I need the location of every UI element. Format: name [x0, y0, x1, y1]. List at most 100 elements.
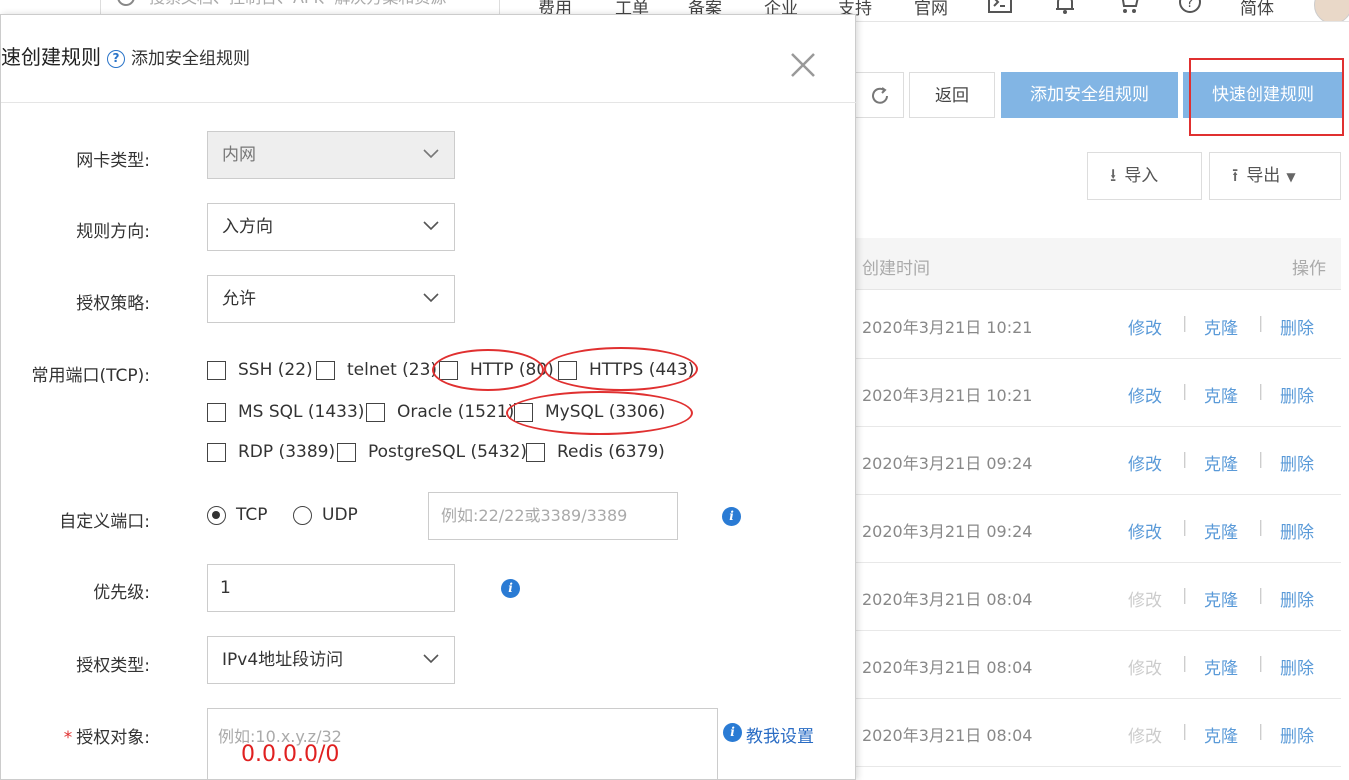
- refresh-button[interactable]: [856, 72, 904, 118]
- policy-value: 允许: [222, 289, 256, 309]
- info-icon: i: [723, 723, 742, 742]
- add-security-group-rule-button[interactable]: 添加安全组规则: [1001, 72, 1178, 118]
- close-icon[interactable]: [787, 49, 819, 81]
- dialog-subtitle-link[interactable]: 添加安全组规则: [131, 49, 250, 69]
- created-time-cell: 2020年3月21日 10:21: [862, 386, 1033, 405]
- ports-label: 常用端口(TCP):: [31, 366, 150, 386]
- column-header-created: 创建时间: [862, 259, 930, 279]
- delete-link[interactable]: 删除: [1280, 518, 1314, 543]
- port-checkbox-rdp[interactable]: RDP (3389): [207, 440, 335, 464]
- table-row: 2020年3月21日 10:21 修改 | 克隆 | 删除: [856, 291, 1341, 359]
- policy-label: 授权策略:: [76, 294, 150, 314]
- table-header: 创建时间 操作: [856, 238, 1341, 290]
- question-circle-icon[interactable]: ?: [107, 49, 125, 68]
- radio-unselected[interactable]: [293, 505, 312, 525]
- auth-object-textarea[interactable]: 例如:10.x.y.z/32 0.0.0.0/0: [207, 708, 718, 780]
- nav-item-official-site[interactable]: 官网: [914, 0, 948, 19]
- link-separator: |: [1182, 449, 1188, 468]
- chevron-down-icon: [423, 221, 439, 231]
- search-placeholder: 搜索文档、控制台、API、解决方案和资源: [149, 0, 446, 8]
- protocol-udp-label: UDP: [322, 505, 358, 525]
- table-row: 2020年3月21日 08:04 修改 | 克隆 | 删除: [856, 631, 1341, 699]
- checkbox-box[interactable]: [526, 442, 545, 462]
- checkbox-box[interactable]: [366, 402, 385, 422]
- priority-input[interactable]: 1: [207, 564, 455, 612]
- info-icon[interactable]: i: [501, 579, 520, 598]
- port-checkbox-postgresql[interactable]: PostgreSQL (5432): [337, 440, 527, 464]
- table-row: 2020年3月21日 08:04 修改 | 克隆 | 删除: [856, 563, 1341, 631]
- protocol-tcp-radio[interactable]: TCP: [207, 505, 268, 525]
- custom-port-input[interactable]: 例如:22/22或3389/3389: [428, 492, 678, 540]
- clone-link[interactable]: 克隆: [1204, 518, 1238, 543]
- created-time-cell: 2020年3月21日 08:04: [862, 658, 1033, 677]
- dialog-divider: [1, 102, 856, 103]
- link-separator: |: [1182, 653, 1188, 672]
- nic-type-label: 网卡类型:: [76, 151, 150, 171]
- clone-link[interactable]: 克隆: [1204, 654, 1238, 679]
- delete-link[interactable]: 删除: [1280, 586, 1314, 611]
- edit-link[interactable]: 修改: [1128, 518, 1162, 543]
- export-button[interactable]: ⭱ 导出 ▼: [1209, 152, 1341, 200]
- clone-link[interactable]: 克隆: [1204, 586, 1238, 611]
- nic-type-select[interactable]: 内网: [207, 131, 455, 179]
- delete-link[interactable]: 删除: [1280, 722, 1314, 747]
- checkbox-box[interactable]: [207, 442, 226, 462]
- delete-link[interactable]: 删除: [1280, 450, 1314, 475]
- help-icon[interactable]: ?: [1177, 0, 1203, 16]
- port-label-rdp: RDP (3389): [238, 442, 336, 462]
- auth-type-label: 授权类型:: [76, 656, 150, 676]
- edit-link: 修改: [1128, 591, 1162, 611]
- edit-link[interactable]: 修改: [1128, 314, 1162, 339]
- avatar[interactable]: [1314, 0, 1349, 21]
- checkbox-box[interactable]: [316, 360, 335, 380]
- direction-value: 入方向: [222, 217, 273, 237]
- protocol-udp-radio[interactable]: UDP: [293, 505, 358, 525]
- import-button[interactable]: ⭳ 导入: [1087, 152, 1202, 200]
- port-label-redis: Redis (6379): [557, 442, 665, 462]
- priority-value: 1: [220, 578, 231, 598]
- link-separator: |: [1182, 517, 1188, 536]
- edit-link[interactable]: 修改: [1128, 382, 1162, 407]
- checkbox-box[interactable]: [337, 442, 356, 462]
- policy-select[interactable]: 允许: [207, 275, 455, 323]
- port-label-telnet: telnet (23): [347, 360, 438, 380]
- refresh-icon: [871, 87, 888, 104]
- clone-link[interactable]: 克隆: [1204, 382, 1238, 407]
- delete-link[interactable]: 删除: [1280, 314, 1314, 339]
- clone-link[interactable]: 克隆: [1204, 314, 1238, 339]
- port-checkbox-redis[interactable]: Redis (6379): [526, 440, 665, 464]
- chevron-down-icon: [423, 149, 439, 159]
- teach-me-link[interactable]: 教我设置: [746, 722, 814, 747]
- checkbox-box[interactable]: [207, 360, 226, 380]
- link-separator: |: [1258, 585, 1264, 604]
- link-separator: |: [1258, 381, 1264, 400]
- chevron-down-icon: [423, 654, 439, 664]
- port-label-mssql: MS SQL (1433): [238, 402, 365, 422]
- port-checkbox-telnet[interactable]: telnet (23): [316, 358, 437, 382]
- language-switch[interactable]: 简体: [1240, 0, 1274, 19]
- created-time-cell: 2020年3月21日 09:24: [862, 522, 1033, 541]
- annotation-circle-https: [544, 347, 698, 391]
- cart-icon[interactable]: [1115, 0, 1141, 16]
- bell-icon[interactable]: [1052, 0, 1078, 16]
- auth-type-select[interactable]: IPv4地址段访问: [207, 636, 455, 684]
- port-checkbox-oracle[interactable]: Oracle (1521): [366, 400, 514, 424]
- auth-object-label-text: 授权对象:: [76, 728, 150, 748]
- table-row: 2020年3月21日 08:04 修改 | 克隆 | 删除: [856, 699, 1341, 767]
- delete-link[interactable]: 删除: [1280, 382, 1314, 407]
- terminal-icon[interactable]: [987, 0, 1013, 16]
- port-checkbox-ssh[interactable]: SSH (22): [207, 358, 313, 382]
- nic-type-value: 内网: [222, 145, 256, 165]
- checkbox-box[interactable]: [207, 402, 226, 422]
- radio-selected[interactable]: [207, 505, 226, 525]
- port-checkbox-mssql[interactable]: MS SQL (1433): [207, 400, 364, 424]
- info-icon[interactable]: i: [722, 507, 741, 526]
- auth-type-value: IPv4地址段访问: [222, 650, 344, 670]
- delete-link[interactable]: 删除: [1280, 654, 1314, 679]
- direction-select[interactable]: 入方向: [207, 203, 455, 251]
- back-button[interactable]: 返回: [909, 72, 995, 118]
- edit-link[interactable]: 修改: [1128, 450, 1162, 475]
- port-label-ssh: SSH (22): [238, 360, 313, 380]
- clone-link[interactable]: 克隆: [1204, 722, 1238, 747]
- clone-link[interactable]: 克隆: [1204, 450, 1238, 475]
